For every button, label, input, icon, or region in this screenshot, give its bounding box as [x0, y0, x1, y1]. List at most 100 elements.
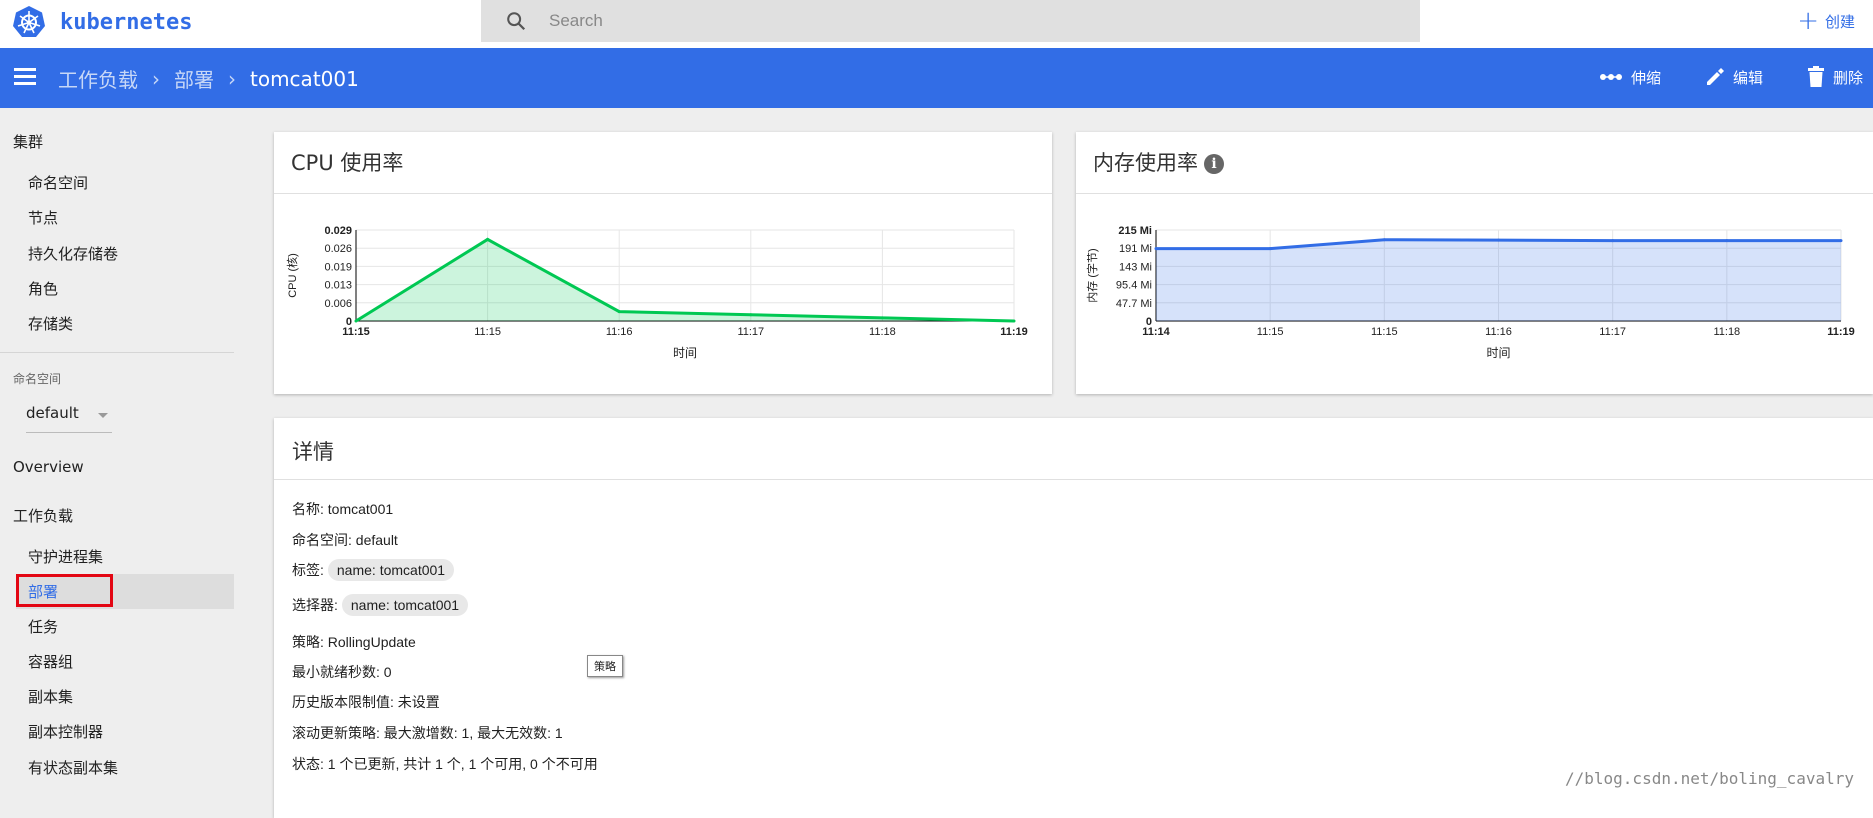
card-divider [274, 479, 1873, 480]
detail-name: 名称: tomcat001 [292, 499, 393, 519]
y-tick-label: 47.7 Mi [1116, 298, 1152, 310]
x-tick-label: 11:14 [1142, 326, 1170, 338]
detail-namespace: 命名空间: default [292, 530, 398, 550]
sidebar: 集群 命名空间 节点 持久化存储卷 角色 存储类 命名空间 default Ov… [0, 108, 234, 800]
namespace-select[interactable]: default [26, 404, 112, 433]
detail-label: 最小就绪秒数: [292, 664, 380, 680]
data-point [749, 313, 753, 317]
series-area [1156, 239, 1841, 321]
detail-labels: 标签: name: tomcat001 [292, 559, 455, 581]
memory-usage-chart: 047.7 Mi95.4 Mi143 Mi191 Mi215 Mi11:14 11… [1085, 225, 1855, 360]
cpu-usage-chart: 00.0060.0130.0190.0260.02911:15 11:15 11:1… [285, 225, 1028, 360]
sidebar-item-roles[interactable]: 角色 [28, 278, 58, 299]
detail-value: 1 个已更新, 共计 1 个, 1 个可用, 0 个不可用 [327, 756, 598, 772]
x-axis-label: 时间 [673, 346, 697, 360]
strategy-tooltip: 策略 [587, 655, 623, 677]
toolbar-actions: 伸缩 编辑 删除 [1555, 66, 1863, 88]
details-title: 详情 [292, 440, 334, 464]
menu-icon[interactable] [14, 68, 36, 86]
sidebar-workloads-title[interactable]: 工作负载 [13, 505, 73, 526]
scale-dots-icon [1599, 74, 1622, 80]
trash-icon [1807, 66, 1824, 87]
data-point [1497, 238, 1500, 242]
sidebar-item-stateful-sets[interactable]: 有状态副本集 [28, 757, 118, 778]
data-point [1382, 238, 1386, 242]
sidebar-item-namespaces[interactable]: 命名空间 [28, 172, 88, 193]
search-bar [481, 0, 1420, 42]
create-label: 创建 [1824, 12, 1855, 31]
edit-label: 编辑 [1732, 68, 1763, 87]
memory-title-text: 内存使用率 [1093, 151, 1198, 175]
sidebar-item-pods[interactable]: 容器组 [28, 651, 73, 672]
dropdown-arrow-icon [98, 413, 108, 418]
sidebar-divider [0, 352, 234, 353]
x-tick-label: 11:17 [1599, 326, 1626, 338]
y-axis-label: 内存 (字节) [1085, 248, 1099, 302]
sidebar-item-persistent-volumes[interactable]: 持久化存储卷 [28, 243, 118, 264]
y-tick-label: 0.029 [324, 225, 352, 237]
memory-card-title: 内存使用率 i [1093, 147, 1224, 177]
x-tick-label: 11:17 [737, 326, 764, 338]
detail-label: 命名空间: [292, 532, 352, 548]
selector-chip: name: tomcat001 [341, 594, 469, 616]
y-tick-label: 143 Mi [1119, 261, 1152, 273]
y-tick-label: 95.4 Mi [1116, 280, 1152, 292]
x-tick-label: 11:19 [1000, 326, 1028, 338]
breadcrumb-deployments[interactable]: 部署 [174, 64, 214, 93]
detail-value: 未设置 [397, 694, 440, 710]
chevron-right-icon: › [152, 66, 160, 91]
detail-rolling-update: 滚动更新策略: 最大激增数: 1, 最大无效数: 1 [292, 723, 563, 743]
detail-history-limit: 历史版本限制值: 未设置 [292, 692, 440, 712]
detail-label: 标签: [292, 562, 324, 578]
namespace-label: 命名空间 [13, 372, 62, 386]
detail-value: tomcat001 [327, 501, 394, 517]
x-tick-label: 11:16 [606, 326, 633, 338]
y-tick-label: 0.006 [324, 298, 352, 310]
sidebar-item-storage-classes[interactable]: 存储类 [28, 313, 73, 334]
detail-min-ready: 最小就绪秒数: 0 [292, 662, 392, 682]
data-point [1611, 239, 1615, 243]
data-point [1012, 319, 1016, 323]
create-button[interactable]: + 创建 [1797, 6, 1855, 36]
info-icon[interactable]: i [1204, 154, 1224, 174]
plus-icon: + [1797, 6, 1819, 36]
data-point [1154, 247, 1158, 251]
y-axis-label: CPU (核) [285, 253, 299, 298]
detail-selector: 选择器: name: tomcat001 [292, 594, 469, 616]
detail-label: 名称: [292, 501, 324, 517]
highlight-annotation-box [16, 574, 113, 607]
data-point [486, 237, 490, 241]
pencil-icon [1706, 68, 1724, 85]
action-bar: 工作负载 › 部署 › tomcat001 伸缩 编辑 删除 [0, 48, 1873, 108]
search-input[interactable] [547, 10, 1251, 32]
data-point [1268, 247, 1272, 251]
detail-label: 历史版本限制值: [292, 694, 394, 710]
detail-value: RollingUpdate [327, 634, 416, 650]
x-axis-label: 时间 [1486, 346, 1510, 360]
sidebar-cluster-title[interactable]: 集群 [13, 131, 43, 152]
breadcrumb-workloads[interactable]: 工作负载 [58, 64, 138, 93]
sidebar-item-nodes[interactable]: 节点 [28, 207, 58, 228]
series-area [356, 239, 1014, 321]
delete-button[interactable]: 删除 [1807, 66, 1863, 88]
memory-usage-card: 内存使用率 i 0 47.7 Mi 95.4 Mi 143 Mi 191 Mi 215 Mi… [1076, 132, 1873, 394]
x-tick-label: 11:15 [1257, 326, 1284, 338]
y-tick-label: 215 Mi [1118, 225, 1152, 237]
edit-button[interactable]: 编辑 [1705, 67, 1763, 88]
data-point [1725, 239, 1729, 243]
namespace-value: default [26, 404, 79, 422]
kubernetes-logo[interactable]: kubernetes [12, 5, 192, 39]
sidebar-item-jobs[interactable]: 任务 [28, 616, 58, 637]
sidebar-item-daemon-sets[interactable]: 守护进程集 [28, 546, 103, 567]
sidebar-overview[interactable]: Overview [13, 458, 84, 476]
sidebar-item-replication-controllers[interactable]: 副本控制器 [28, 721, 103, 742]
cpu-card-title: CPU 使用率 [291, 151, 404, 175]
detail-status: 状态: 1 个已更新, 共计 1 个, 1 个可用, 0 个不可用 [292, 754, 598, 774]
search-icon [507, 12, 526, 31]
detail-label: 选择器: [292, 597, 338, 613]
x-tick-label: 11:18 [1713, 326, 1740, 338]
scale-button[interactable]: 伸缩 [1599, 67, 1661, 88]
detail-value: 最大激增数: 1, 最大无效数: 1 [383, 725, 563, 741]
watermark: //blog.csdn.net/boling_cavalry [1565, 769, 1854, 788]
sidebar-item-replica-sets[interactable]: 副本集 [28, 686, 73, 707]
